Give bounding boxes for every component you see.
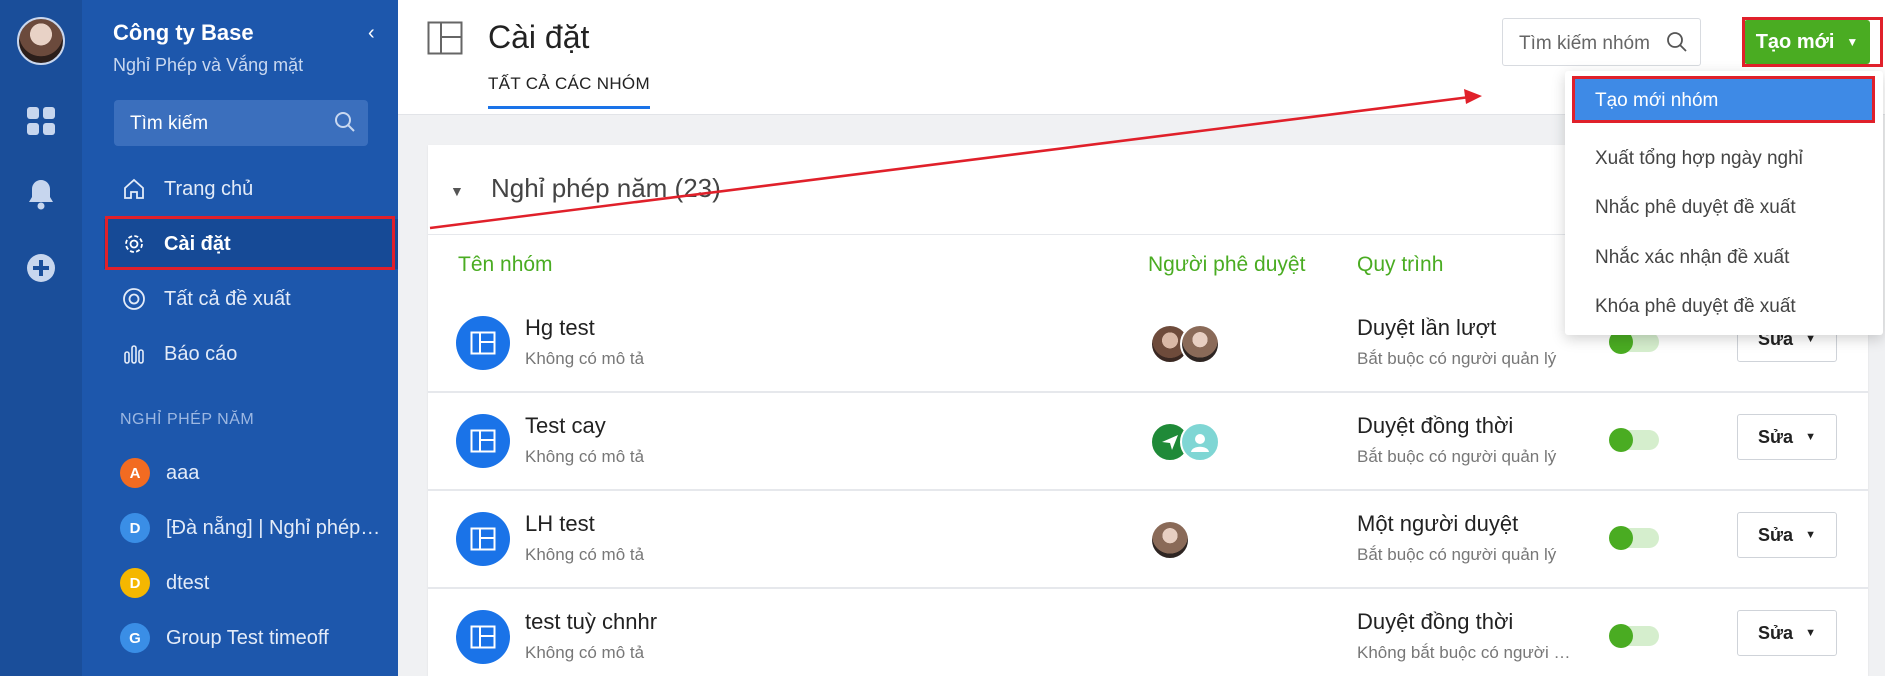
annotation-arrow	[429, 89, 1482, 230]
